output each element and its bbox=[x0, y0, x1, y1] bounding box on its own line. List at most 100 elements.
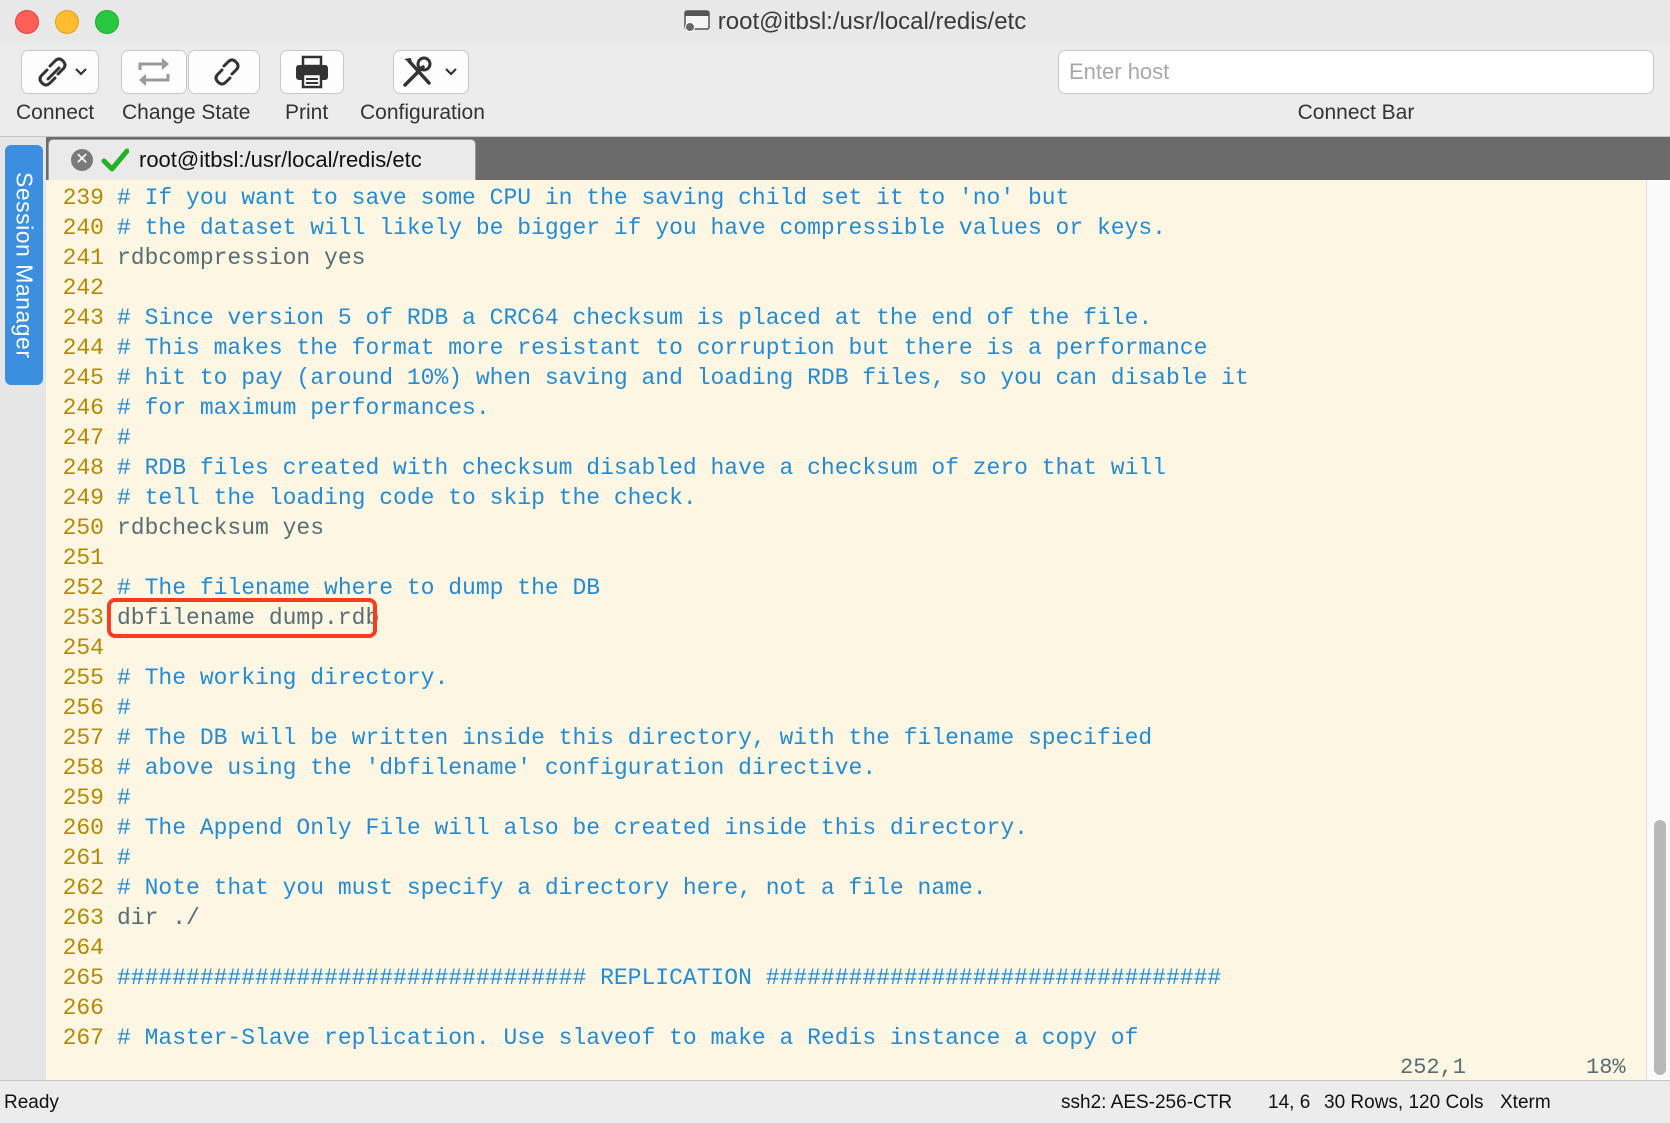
print-label: Print bbox=[285, 101, 329, 124]
refresh-icon bbox=[138, 58, 170, 86]
terminal-line: 240 # the dataset will likely be bigger i… bbox=[46, 213, 1646, 243]
sidebar: Session Manager bbox=[0, 137, 47, 1080]
toolbar: Connect Change State Print Configuration… bbox=[0, 44, 1670, 137]
session-tab[interactable]: ✕ root@itbsl:/usr/local/redis/etc bbox=[48, 139, 476, 180]
scrollbar-thumb[interactable] bbox=[1654, 820, 1666, 1075]
terminal-line: 265 ################################## RE… bbox=[46, 963, 1646, 993]
line-number: 244 bbox=[62, 335, 104, 361]
line-number: 243 bbox=[62, 305, 104, 331]
highlight-box bbox=[107, 598, 377, 638]
printer-icon bbox=[296, 55, 328, 89]
print-button[interactable] bbox=[280, 50, 344, 94]
session-manager-tab[interactable]: Session Manager bbox=[5, 145, 43, 385]
terminal-line: 264 bbox=[46, 933, 1646, 963]
terminal-screen[interactable]: 239 # If you want to save some CPU in the… bbox=[46, 180, 1646, 1080]
line-number: 254 bbox=[62, 635, 104, 661]
terminal-line: 263 dir ./ bbox=[46, 903, 1646, 933]
status-ready: Ready bbox=[4, 1092, 59, 1113]
terminal-line: 259 # bbox=[46, 783, 1646, 813]
terminal-scrollbar[interactable] bbox=[1646, 180, 1670, 1080]
session-tab-label: root@itbsl:/usr/local/redis/etc bbox=[139, 147, 422, 172]
status-cipher: ssh2: AES-256-CTR bbox=[1061, 1092, 1233, 1113]
broken-link-icon bbox=[214, 58, 240, 86]
line-number: 261 bbox=[62, 845, 104, 871]
terminal-line: 239 # If you want to save some CPU in the… bbox=[46, 183, 1646, 213]
reconnect-button[interactable] bbox=[121, 50, 187, 94]
line-text: rdbcompression yes bbox=[117, 245, 366, 271]
terminal-line: 261 # bbox=[46, 843, 1646, 873]
line-number: 260 bbox=[62, 815, 104, 841]
line-number: 259 bbox=[62, 785, 104, 811]
vim-scroll-percent: 18% bbox=[1586, 1055, 1626, 1080]
line-number: 266 bbox=[62, 995, 104, 1021]
line-number: 252 bbox=[62, 575, 104, 601]
title-bar: root@itbsl:/usr/local/redis/etc bbox=[0, 0, 1670, 44]
line-number: 263 bbox=[62, 905, 104, 931]
terminal-line: 267 # Master-Slave replication. Use slave… bbox=[46, 1023, 1646, 1053]
line-text: dir ./ bbox=[117, 905, 200, 931]
status-bar: Ready ssh2: AES-256-CTR 14, 6 30 Rows, 1… bbox=[0, 1080, 1670, 1123]
line-text: # The Append Only File will also be crea… bbox=[117, 815, 1028, 841]
vim-cursor-position: 252,1 bbox=[1400, 1055, 1467, 1080]
terminal-line: 262 # Note that you must specify a direct… bbox=[46, 873, 1646, 903]
terminal-line: 251 bbox=[46, 543, 1646, 573]
host-input[interactable] bbox=[1058, 50, 1654, 94]
status-emulation: Xterm bbox=[1500, 1092, 1551, 1113]
line-number: 255 bbox=[62, 665, 104, 691]
line-text: ################################## REPLI… bbox=[117, 965, 1222, 991]
terminal-line: 246 # for maximum performances. bbox=[46, 393, 1646, 423]
line-number: 241 bbox=[62, 245, 104, 271]
window-title-text: root@itbsl:/usr/local/redis/etc bbox=[717, 8, 1027, 35]
link-icon bbox=[38, 57, 87, 87]
line-number: 264 bbox=[62, 935, 104, 961]
terminal-line: 256 # bbox=[46, 693, 1646, 723]
connect-button[interactable] bbox=[21, 50, 99, 94]
terminal-line: 258 # above using the 'dbfilename' config… bbox=[46, 753, 1646, 783]
line-number: 262 bbox=[62, 875, 104, 901]
disconnect-button[interactable] bbox=[188, 50, 260, 94]
line-number: 257 bbox=[62, 725, 104, 751]
line-text: # bbox=[117, 425, 131, 451]
line-number: 258 bbox=[62, 755, 104, 781]
line-text: # RDB files created with checksum disabl… bbox=[117, 455, 1166, 481]
line-number: 265 bbox=[62, 965, 104, 991]
tools-icon bbox=[403, 56, 457, 87]
terminal-line: 260 # The Append Only File will also be c… bbox=[46, 813, 1646, 843]
terminal-line: 242 bbox=[46, 273, 1646, 303]
line-text: # bbox=[117, 785, 131, 811]
terminal-line: 245 # hit to pay (around 10%) when saving… bbox=[46, 363, 1646, 393]
line-number: 248 bbox=[62, 455, 104, 481]
line-text: # for maximum performances. bbox=[117, 395, 490, 421]
terminal-line: 257 # The DB will be written inside this … bbox=[46, 723, 1646, 753]
line-number: 267 bbox=[62, 1025, 104, 1051]
line-number: 250 bbox=[62, 515, 104, 541]
connected-check-icon bbox=[101, 148, 129, 172]
window-title: root@itbsl:/usr/local/redis/etc bbox=[0, 8, 1670, 36]
line-text: rdbchecksum yes bbox=[117, 515, 325, 541]
line-text: # The DB will be written inside this dir… bbox=[117, 725, 1153, 751]
connect-label: Connect bbox=[16, 101, 95, 124]
line-text: # This makes the format more resistant t… bbox=[117, 335, 1208, 361]
configuration-button[interactable] bbox=[393, 50, 469, 94]
terminal-line: 255 # The working directory. bbox=[46, 663, 1646, 693]
line-number: 246 bbox=[62, 395, 104, 421]
connect-bar-label: Connect Bar bbox=[1297, 101, 1415, 124]
terminal-line: 266 bbox=[46, 993, 1646, 1023]
session-tab-bar: ✕ root@itbsl:/usr/local/redis/etc bbox=[46, 137, 1670, 180]
line-text: # tell the loading code to skip the chec… bbox=[117, 485, 697, 511]
terminal-line: 243 # Since version 5 of RDB a CRC64 chec… bbox=[46, 303, 1646, 333]
line-text: # Master-Slave replication. Use slaveof … bbox=[117, 1025, 1139, 1051]
line-text: # The working directory. bbox=[117, 665, 449, 691]
line-text: # Note that you must specify a directory… bbox=[117, 875, 987, 901]
line-number: 242 bbox=[62, 275, 104, 301]
line-text: # above using the 'dbfilename' configura… bbox=[117, 755, 877, 781]
line-number: 251 bbox=[62, 545, 104, 571]
terminal-line: 248 # RDB files created with checksum dis… bbox=[46, 453, 1646, 483]
line-number: 240 bbox=[62, 215, 104, 241]
line-number: 249 bbox=[62, 485, 104, 511]
line-number: 253 bbox=[62, 605, 104, 631]
terminal-app-icon bbox=[684, 10, 710, 32]
line-number: 245 bbox=[62, 365, 104, 391]
close-tab-icon[interactable]: ✕ bbox=[71, 149, 93, 171]
line-text: # the dataset will likely be bigger if y… bbox=[117, 215, 1166, 241]
